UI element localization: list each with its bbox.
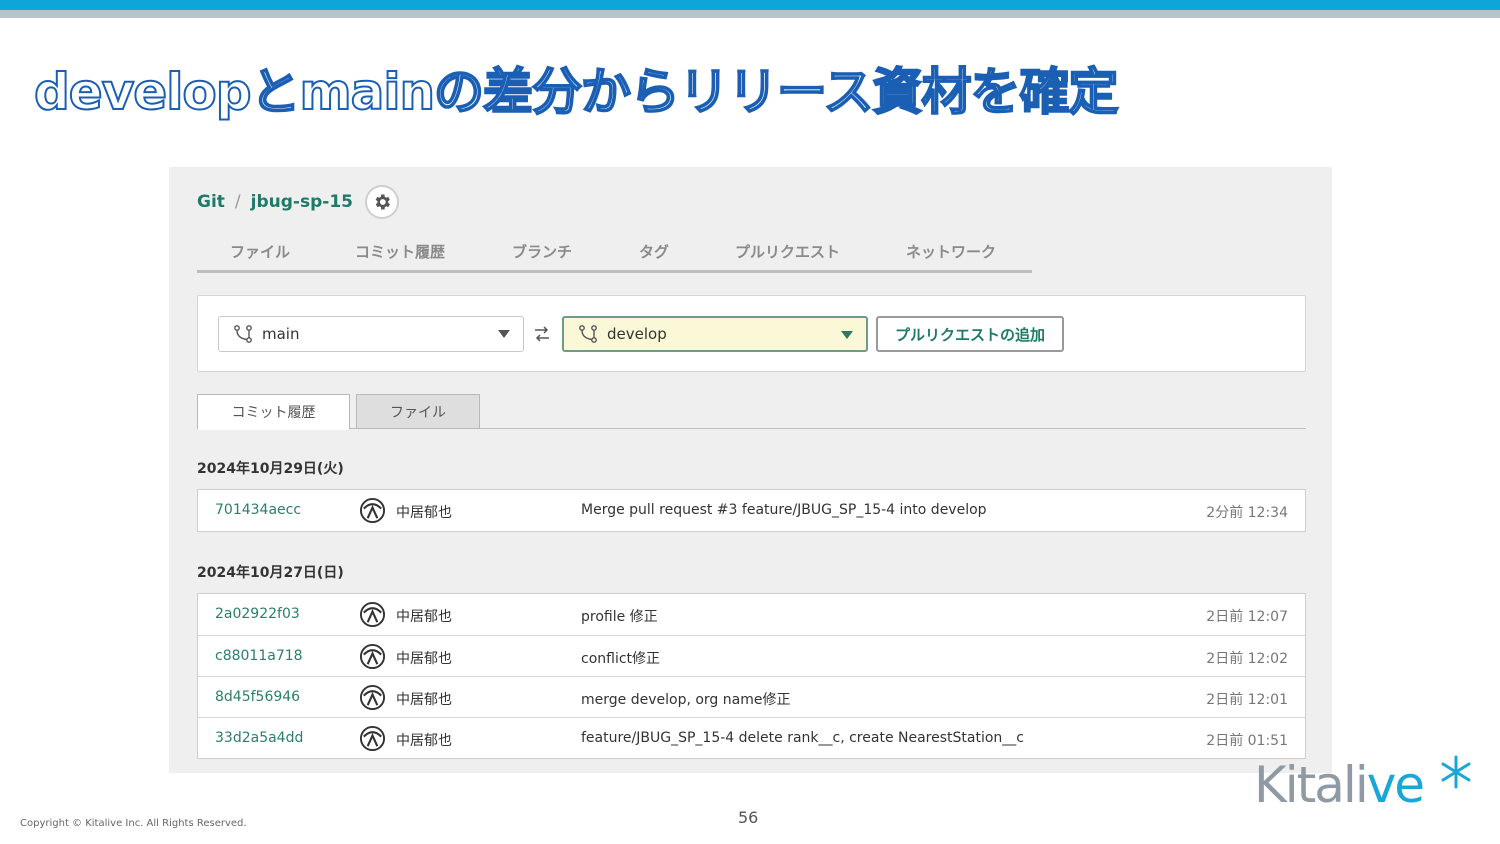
- commit-author: 中居郁也: [396, 733, 452, 749]
- commit-time: 2日前 12:02: [1206, 651, 1288, 667]
- tab-pull-requests[interactable]: プルリクエスト: [735, 241, 840, 262]
- commit-list: 2a02922f03 中居郁也 profile 修正 2日前 12:07 c88…: [197, 593, 1306, 759]
- commit-list: 701434aecc 中居郁也 Merge pull request #3 fe…: [197, 489, 1306, 532]
- compare-branch-value: develop: [607, 325, 667, 343]
- commit-time: 2分前 12:34: [1206, 505, 1288, 521]
- git-screenshot: Git / jbug-sp-15 ファイル コミット履歴 ブランチ タグ プルリ…: [169, 167, 1332, 773]
- top-accent-bar: [0, 0, 1500, 10]
- commit-row[interactable]: 2a02922f03 中居郁也 profile 修正 2日前 12:07: [198, 594, 1305, 635]
- breadcrumb-separator: /: [234, 192, 241, 212]
- settings-button[interactable]: [364, 185, 399, 219]
- page-number: 56: [738, 808, 759, 827]
- commit-author: 中居郁也: [396, 505, 452, 521]
- branch-icon: [579, 325, 597, 343]
- gear-icon: [375, 194, 390, 210]
- breadcrumb-root[interactable]: Git: [197, 192, 225, 212]
- slide-title: developとmainの差分からリリース資材を確定: [33, 62, 1120, 122]
- base-branch-value: main: [262, 325, 300, 343]
- repo-nav-tabs: ファイル コミット履歴 ブランチ タグ プルリクエスト ネットワーク: [197, 235, 1032, 273]
- avatar: [359, 497, 386, 524]
- breadcrumb-repo[interactable]: jbug-sp-15: [251, 192, 353, 212]
- commit-hash-link[interactable]: 2a02922f03: [215, 606, 300, 622]
- commit-hash-link[interactable]: c88011a718: [215, 648, 303, 664]
- chevron-down-icon: [841, 331, 853, 339]
- diff-sub-tabs: コミット履歴 ファイル: [197, 394, 1306, 430]
- commit-row[interactable]: 8d45f56946 中居郁也 merge develop, org name修…: [198, 676, 1305, 717]
- copyright-notice: Copyright © Kitalive Inc. All Rights Res…: [20, 818, 247, 829]
- commit-row[interactable]: 33d2a5a4dd 中居郁也 feature/JBUG_SP_15-4 del…: [198, 717, 1305, 758]
- tab-tags[interactable]: タグ: [639, 241, 669, 262]
- commit-author: 中居郁也: [396, 609, 452, 625]
- commit-time: 2日前 01:51: [1206, 733, 1288, 749]
- commit-message: Merge pull request #3 feature/JBUG_SP_15…: [581, 502, 987, 518]
- date-heading: 2024年10月29日(火): [197, 461, 344, 477]
- commit-hash-link[interactable]: 701434aecc: [215, 502, 301, 518]
- avatar: [359, 643, 386, 670]
- swap-icon[interactable]: [533, 325, 551, 343]
- commit-hash-link[interactable]: 33d2a5a4dd: [215, 730, 303, 746]
- subtab-commit-history[interactable]: コミット履歴: [197, 394, 350, 430]
- base-branch-select[interactable]: main: [218, 316, 524, 352]
- avatar: [359, 601, 386, 628]
- compare-branch-select[interactable]: develop: [562, 316, 868, 352]
- tab-files[interactable]: ファイル: [230, 241, 290, 262]
- commit-message: feature/JBUG_SP_15-4 delete rank__c, cre…: [581, 730, 1024, 746]
- commit-row[interactable]: c88011a718 中居郁也 conflict修正 2日前 12:02: [198, 635, 1305, 676]
- commit-message: merge develop, org name修正: [581, 692, 791, 708]
- kitalive-logo: Kitalive: [1254, 756, 1425, 814]
- top-gray-bar: [0, 10, 1500, 18]
- commit-time: 2日前 12:07: [1206, 609, 1288, 625]
- avatar: [359, 684, 386, 711]
- avatar: [359, 725, 386, 752]
- commit-message: conflict修正: [581, 651, 661, 667]
- add-pull-request-button[interactable]: プルリクエストの追加: [876, 316, 1064, 352]
- commit-author: 中居郁也: [396, 651, 452, 667]
- logo-text-main: Kitali: [1254, 756, 1369, 814]
- branch-icon: [234, 325, 252, 343]
- date-heading: 2024年10月27日(日): [197, 565, 344, 581]
- commit-hash-link[interactable]: 8d45f56946: [215, 689, 300, 705]
- subtab-files[interactable]: ファイル: [356, 394, 480, 429]
- breadcrumb: Git / jbug-sp-15: [197, 185, 399, 219]
- tab-network[interactable]: ネットワーク: [906, 241, 996, 262]
- commit-author: 中居郁也: [396, 692, 452, 708]
- commit-row[interactable]: 701434aecc 中居郁也 Merge pull request #3 fe…: [198, 490, 1305, 531]
- logo-text-accent: ve: [1366, 756, 1425, 814]
- logo-star-icon: [1441, 755, 1471, 789]
- chevron-down-icon: [498, 330, 510, 338]
- tab-branches[interactable]: ブランチ: [512, 241, 572, 262]
- branch-compare-panel: main develop プルリクエストの追加: [197, 295, 1306, 372]
- commit-time: 2日前 12:01: [1206, 692, 1288, 708]
- tab-commit-history[interactable]: コミット履歴: [355, 241, 445, 262]
- commit-message: profile 修正: [581, 609, 658, 625]
